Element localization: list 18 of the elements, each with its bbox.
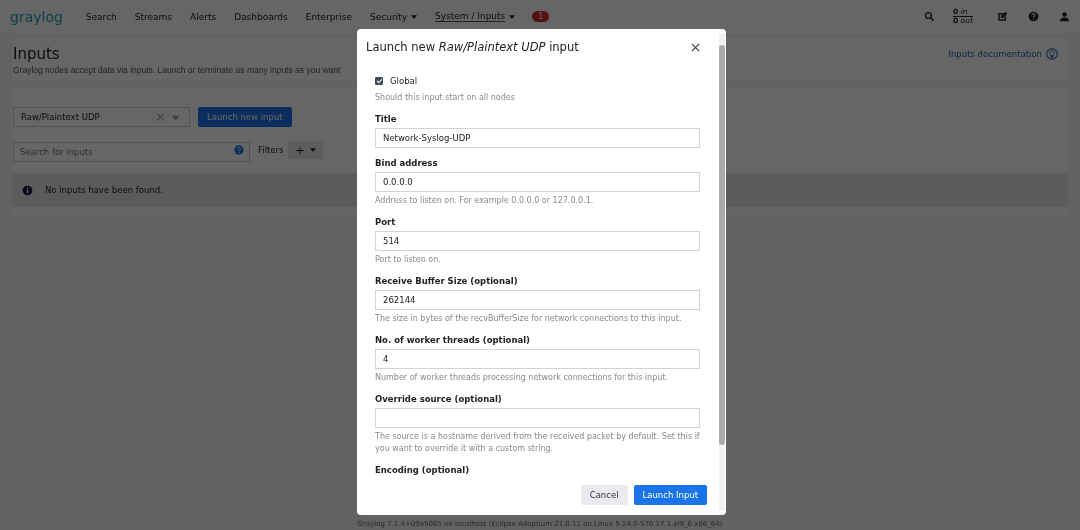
field-label: Encoding (optional): [375, 464, 471, 477]
field-label: Port: [375, 216, 397, 229]
help-text: Should this input start on all nodes: [375, 92, 516, 104]
field-label: No. of worker threads (optional): [375, 334, 531, 347]
filters-label: Filters: [258, 145, 284, 155]
page-title: Inputs: [13, 44, 61, 64]
dialog-title: Launch new Raw/Plaintext UDP input: [366, 40, 579, 54]
help-text: Number of worker threads processing network connections for this input.: [375, 372, 669, 384]
field-label: Bind address: [375, 157, 439, 170]
help-text: Port to listen on.: [375, 254, 442, 266]
notice-text: No inputs have been found.: [45, 185, 163, 195]
field-label: Receive Buffer Size (optional): [375, 275, 519, 288]
field-label: Override source (optional): [375, 393, 503, 406]
help-text: Address to listen on. For example 0.0.0.0 or 127.0.0.1.: [375, 195, 595, 207]
field-label: Title: [375, 113, 398, 126]
help-text: The source is a hostname derived from the received packet by default. Set this if you want to override it with a custom string.: [375, 431, 700, 455]
page-description: Graylog nodes accept data via inputs. Launch or terminate as many inputs as you want: [13, 65, 341, 75]
help-text: The size in bytes of the recvBufferSize for network connections to this input.: [375, 313, 683, 325]
